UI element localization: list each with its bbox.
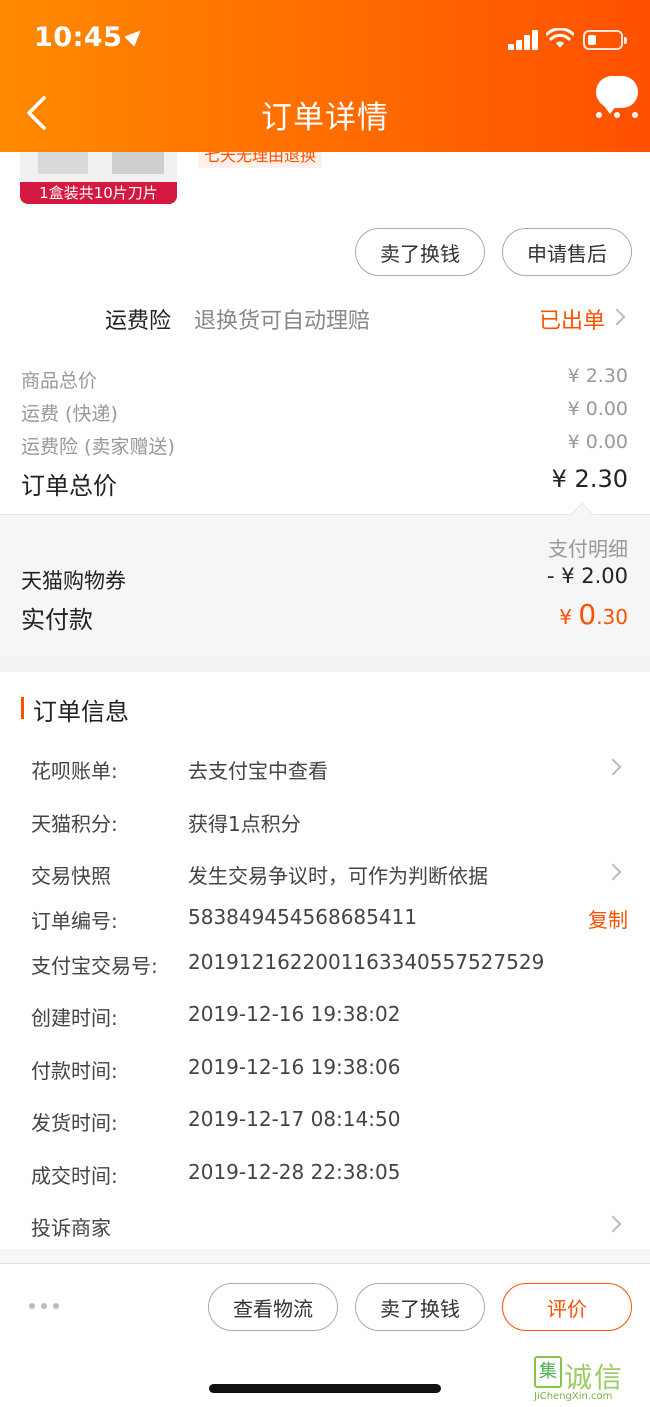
apply-after-sale-button[interactable]: 申请售后: [502, 228, 632, 276]
app-header: 10:45 订单详情: [0, 0, 650, 152]
battery-icon: [583, 30, 627, 50]
sell-for-cash-button[interactable]: 卖了换钱: [355, 228, 485, 276]
order-number: 583849454568685411: [188, 905, 418, 929]
cellular-signal-icon: [508, 30, 540, 50]
more-actions-icon[interactable]: [29, 1303, 59, 1311]
amount-paid-value: ¥ 0.30: [559, 598, 628, 631]
copy-order-number-button[interactable]: 复制: [588, 904, 628, 933]
payment-detail-link[interactable]: 支付明细: [548, 533, 628, 562]
insurance-description: 退换货可自动理赔: [194, 309, 371, 334]
order-total-value: ¥ 2.30: [551, 465, 628, 493]
insurance-fee-label: 运费险 (卖家赠送): [21, 436, 175, 458]
shipping-fee-label: 运费 (快递): [21, 403, 118, 425]
order-info-title: 订单信息: [33, 698, 129, 726]
message-bubble-icon[interactable]: [596, 76, 638, 114]
section-accent-bar: [21, 697, 24, 719]
location-arrow-icon: [124, 25, 147, 47]
shipping-fee-value: ¥ 0.00: [567, 398, 628, 420]
wifi-icon: [546, 28, 574, 48]
sell-for-cash-button-bottom[interactable]: 卖了换钱: [355, 1283, 485, 1331]
bottom-separator: [0, 1249, 650, 1263]
coupon-value: - ¥ 2.00: [546, 564, 628, 588]
chevron-right-icon: [608, 308, 626, 326]
return-policy-badge: 七天无理由退换: [198, 152, 323, 168]
coupon-label: 天猫购物券: [21, 569, 126, 593]
insurance-label: 运费险: [105, 309, 172, 334]
goods-total-value: ¥ 2.30: [567, 365, 628, 387]
review-button[interactable]: 评价: [502, 1283, 632, 1331]
insurance-status: 已出单: [539, 309, 606, 334]
goods-total-label: 商品总价: [21, 370, 98, 392]
view-logistics-button[interactable]: 查看物流: [208, 1283, 338, 1331]
more-options-icon[interactable]: [596, 112, 638, 120]
section-divider: [0, 656, 650, 672]
product-tag: 1盒装共10片刀片: [20, 182, 177, 204]
site-watermark-logo: 集 诚信 JiChengXin.com: [534, 1356, 646, 1404]
home-indicator: [209, 1384, 441, 1393]
page-title: 订单详情: [261, 100, 389, 136]
chevron-right-icon: [604, 1215, 622, 1233]
status-bar-time: 10:45: [34, 22, 147, 53]
chevron-right-icon: [604, 863, 622, 881]
order-total-label: 订单总价: [21, 472, 117, 500]
amount-paid-label: 实付款: [21, 606, 93, 634]
chevron-right-icon: [604, 758, 622, 776]
product-thumbnail[interactable]: 1盒装共10片刀片: [20, 152, 177, 204]
insurance-fee-value: ¥ 0.00: [567, 431, 628, 453]
